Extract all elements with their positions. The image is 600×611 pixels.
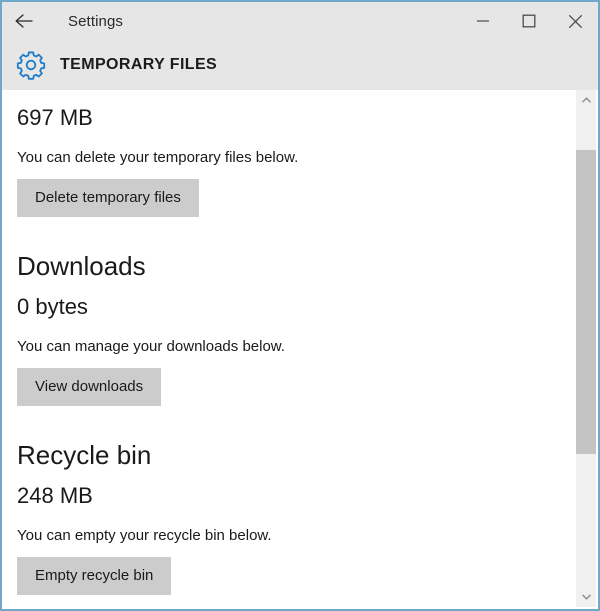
page-title: TEMPORARY FILES	[60, 56, 218, 73]
downloads-description: You can manage your downloads below.	[17, 338, 285, 355]
minimize-button[interactable]	[460, 2, 506, 40]
page-header: TEMPORARY FILES	[2, 40, 598, 90]
window-controls	[460, 2, 598, 40]
scroll-up-button[interactable]	[576, 90, 596, 110]
vertical-scrollbar[interactable]	[576, 90, 596, 607]
chevron-down-icon	[581, 594, 591, 600]
minimize-icon	[476, 15, 490, 27]
settings-content: 697 MB You can delete your temporary fil…	[2, 90, 576, 609]
temporary-files-size: 697 MB	[17, 105, 93, 130]
scrollbar-thumb[interactable]	[576, 150, 596, 454]
recycle-bin-description: You can empty your recycle bin below.	[17, 527, 272, 544]
settings-gear-wrap	[2, 50, 60, 80]
close-icon	[568, 14, 583, 29]
back-button[interactable]	[2, 2, 46, 40]
settings-window: Settings TEMPORARY FILES 697 MB You can …	[0, 0, 600, 611]
temporary-files-description: You can delete your temporary files belo…	[17, 149, 299, 166]
title-bar: Settings	[2, 2, 598, 40]
back-arrow-icon	[13, 12, 35, 30]
view-downloads-button[interactable]: View downloads	[17, 368, 162, 406]
downloads-size: 0 bytes	[17, 294, 88, 319]
maximize-icon	[522, 14, 536, 28]
section-recycle-bin: Recycle bin 248 MB You can empty your re…	[17, 406, 576, 595]
downloads-heading: Downloads	[17, 251, 146, 281]
recycle-bin-heading: Recycle bin	[17, 440, 152, 470]
close-button[interactable]	[552, 2, 598, 40]
gear-icon	[16, 50, 46, 80]
section-downloads: Downloads 0 bytes You can manage your do…	[17, 217, 576, 406]
chevron-up-icon	[581, 97, 591, 103]
scroll-down-button[interactable]	[576, 587, 596, 607]
app-title: Settings	[68, 12, 123, 30]
delete-temporary-files-button[interactable]: Delete temporary files	[17, 179, 199, 217]
recycle-bin-size: 248 MB	[17, 483, 93, 508]
empty-recycle-bin-button[interactable]: Empty recycle bin	[17, 557, 172, 595]
section-temporary-files: 697 MB You can delete your temporary fil…	[17, 90, 576, 217]
maximize-button[interactable]	[506, 2, 552, 40]
